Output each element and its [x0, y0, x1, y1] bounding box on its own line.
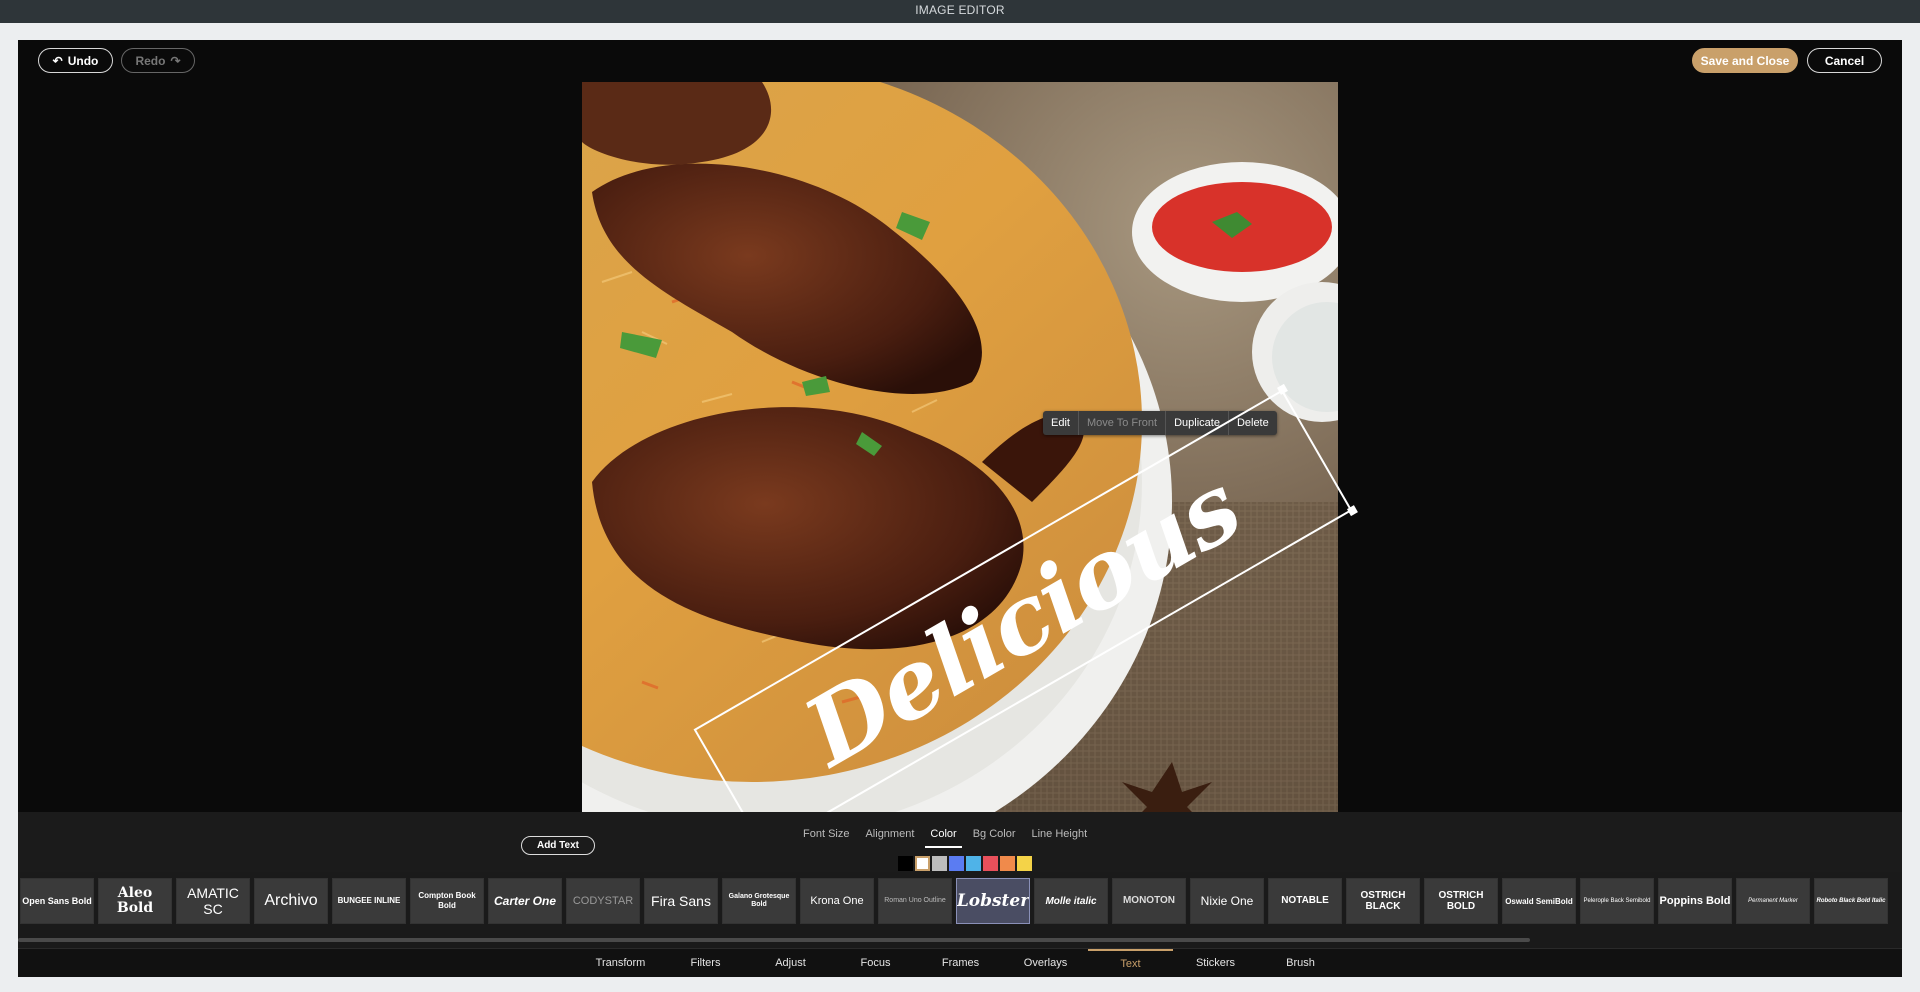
font-tile[interactable]: Krona One [800, 878, 874, 924]
tab-adjust[interactable]: Adjust [748, 949, 833, 977]
tab-brush[interactable]: Brush [1258, 949, 1343, 977]
redo-icon: ↷ [170, 53, 181, 68]
font-tile-active[interactable]: Lobster [956, 878, 1030, 924]
tab-filters[interactable]: Filters [663, 949, 748, 977]
add-text-button[interactable]: Add Text [521, 836, 595, 855]
undo-icon: ↶ [52, 53, 63, 68]
font-list: Open Sans Bold Aleo Bold AMATIC SC Archi… [18, 878, 1902, 932]
font-tile[interactable]: Open Sans Bold [20, 878, 94, 924]
undo-button[interactable]: ↶ Undo [38, 48, 113, 73]
app-title: IMAGE EDITOR [0, 0, 1920, 23]
cancel-button[interactable]: Cancel [1807, 48, 1882, 73]
font-tile[interactable]: CODYSTAR [566, 878, 640, 924]
save-and-close-button[interactable]: Save and Close [1692, 48, 1798, 73]
font-tile[interactable]: Carter One [488, 878, 562, 924]
color-swatch[interactable] [932, 856, 947, 871]
color-swatch[interactable] [898, 856, 913, 871]
subtab-bg-color[interactable]: Bg Color [968, 828, 1021, 848]
font-tile[interactable]: Aleo Bold [98, 878, 172, 924]
font-tile[interactable]: Compton Book Bold [410, 878, 484, 924]
subtab-font-size[interactable]: Font Size [798, 828, 854, 848]
text-options-bar: Add Text Font Size Alignment Color Bg Co… [18, 812, 1902, 872]
main-tabs: Transform Filters Adjust Focus Frames Ov… [578, 949, 1343, 977]
color-swatch-selected[interactable] [915, 856, 930, 871]
tab-overlays[interactable]: Overlays [1003, 949, 1088, 977]
font-tile[interactable]: OSTRICH BOLD [1424, 878, 1498, 924]
redo-label: Redo [135, 53, 166, 68]
font-tile[interactable]: Pelerople Back Semibold [1580, 878, 1654, 924]
font-tile[interactable]: Roboto Black Bold Italic [1814, 878, 1888, 924]
text-tool-panel: Add Text Font Size Alignment Color Bg Co… [18, 812, 1902, 977]
color-swatch[interactable] [949, 856, 964, 871]
tab-focus[interactable]: Focus [833, 949, 918, 977]
subtab-line-height[interactable]: Line Height [1026, 828, 1092, 848]
subtab-alignment[interactable]: Alignment [860, 828, 919, 848]
font-tile[interactable]: OSTRICH BLACK [1346, 878, 1420, 924]
color-swatch[interactable] [966, 856, 981, 871]
font-tile[interactable]: Roman Uno Outline [878, 878, 952, 924]
font-tile[interactable]: Nixie One [1190, 878, 1264, 924]
tab-text[interactable]: Text [1088, 949, 1173, 977]
font-tile[interactable]: Molle italic [1034, 878, 1108, 924]
color-swatch[interactable] [1000, 856, 1015, 871]
subtab-color[interactable]: Color [925, 828, 962, 848]
font-tile[interactable]: AMATIC SC [176, 878, 250, 924]
color-swatch[interactable] [1017, 856, 1032, 871]
color-swatch[interactable] [983, 856, 998, 871]
redo-button[interactable]: Redo ↷ [121, 48, 195, 73]
undo-label: Undo [67, 53, 99, 68]
font-tile[interactable]: Galano Grotesque Bold [722, 878, 796, 924]
font-tile[interactable]: Oswald SemiBold [1502, 878, 1576, 924]
font-tile[interactable]: Fira Sans [644, 878, 718, 924]
tab-frames[interactable]: Frames [918, 949, 1003, 977]
move-to-front-menu-item[interactable]: Move To Front [1079, 411, 1167, 435]
tab-stickers[interactable]: Stickers [1173, 949, 1258, 977]
edit-menu-item[interactable]: Edit [1043, 411, 1079, 435]
font-tile[interactable]: BUNGEE INLINE [332, 878, 406, 924]
text-subtabs: Font Size Alignment Color Bg Color Line … [798, 828, 1098, 848]
font-tile[interactable]: NOTABLE [1268, 878, 1342, 924]
font-tile[interactable]: MONOTON [1112, 878, 1186, 924]
font-tile[interactable]: Permanent Marker [1736, 878, 1810, 924]
editor-area: ↶ Undo Redo ↷ Save and Close Cancel Edit… [18, 40, 1902, 977]
font-tile[interactable]: Archivo [254, 878, 328, 924]
tab-transform[interactable]: Transform [578, 949, 663, 977]
main-tool-bar: Transform Filters Adjust Focus Frames Ov… [18, 948, 1902, 977]
color-swatches [898, 856, 1032, 871]
font-tile[interactable]: Poppins Bold [1658, 878, 1732, 924]
font-list-scrollbar[interactable] [18, 938, 1530, 942]
